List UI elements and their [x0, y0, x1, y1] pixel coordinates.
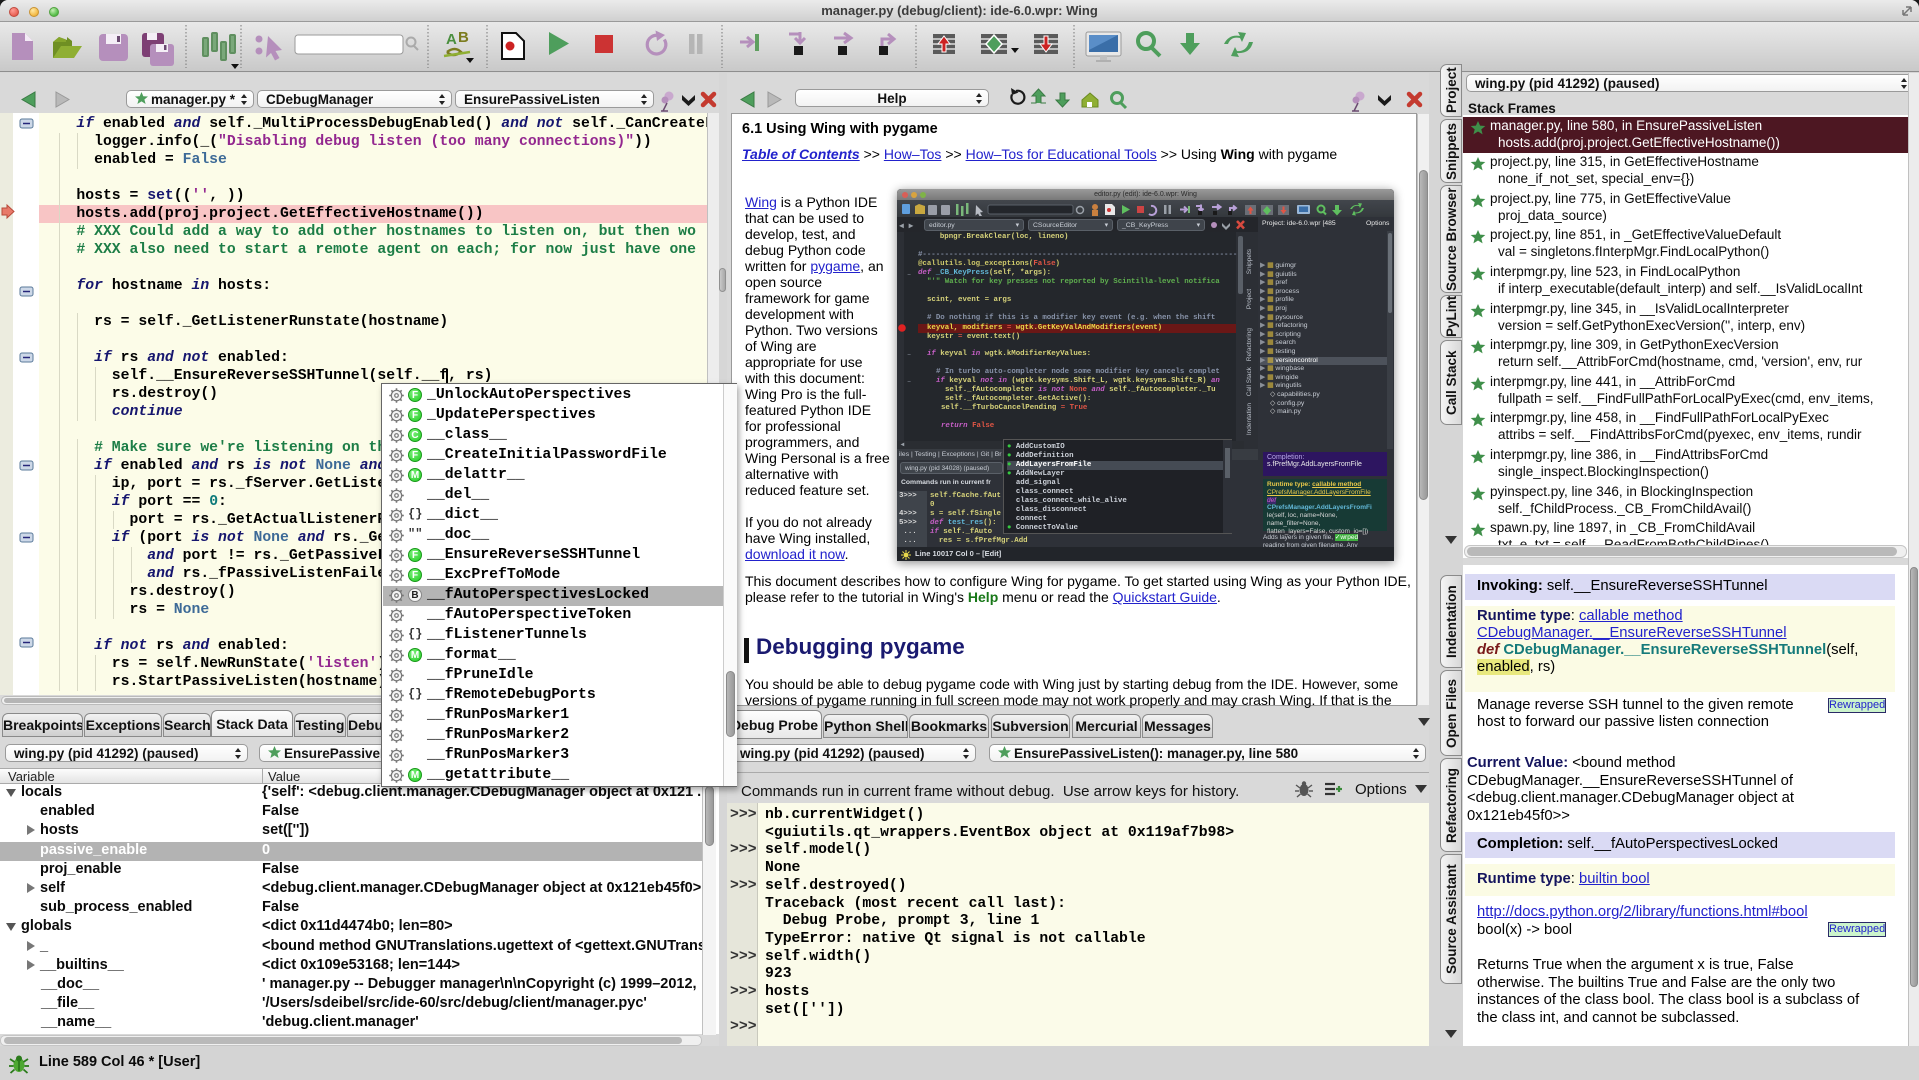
svg-text:A: A	[446, 31, 457, 48]
svg-text:B: B	[458, 29, 469, 46]
